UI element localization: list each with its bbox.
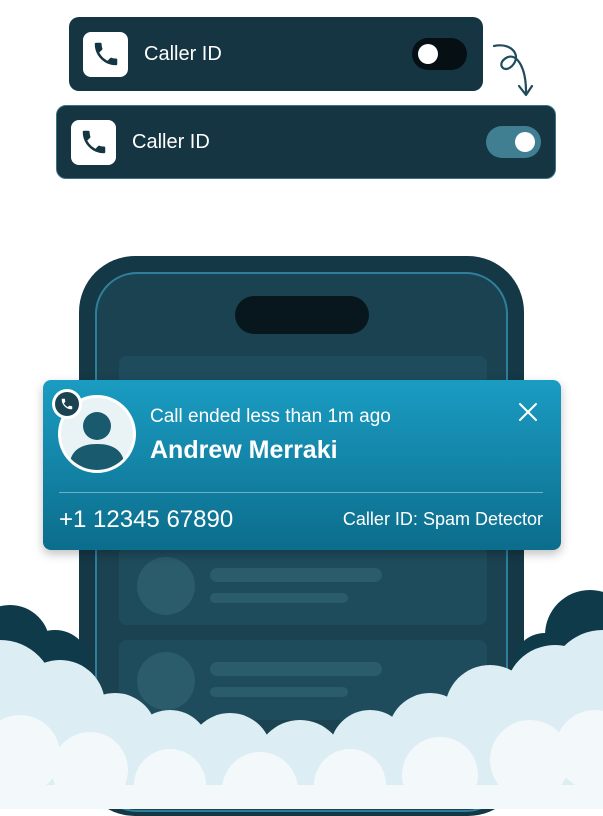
caller-id-card-on: Caller ID [56,105,556,179]
caller-id-card-off: Caller ID [69,17,483,91]
toggle-knob [418,44,438,64]
notification-subtitle: Call ended less than 1m ago [150,406,391,427]
phone-icon [83,31,128,77]
caller-id-toggle-off[interactable] [412,38,467,70]
close-icon[interactable] [516,400,540,424]
cloud-decoration [0,590,603,809]
caller-name: Andrew Merraki [150,436,338,464]
notification-divider [59,492,543,493]
caller-id-label: Caller ID [144,42,222,65]
phone-notch [235,296,369,334]
phone-icon [71,119,116,165]
phone-number: +1 12345 67890 [59,506,234,533]
caller-id-source: Caller ID: Spam Detector [342,509,543,529]
text-placeholder [210,568,382,582]
toggle-knob [515,132,535,152]
curly-arrow-icon [492,44,534,97]
phone-badge-icon [52,389,82,419]
caller-id-label: Caller ID [132,130,210,153]
caller-id-toggle-on[interactable] [486,126,541,158]
